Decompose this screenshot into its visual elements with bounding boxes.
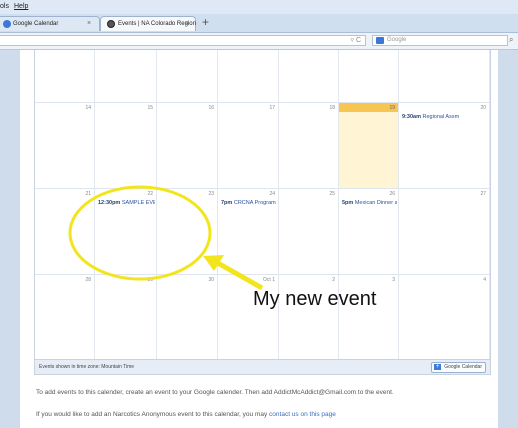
calendar-event[interactable]: 12:30pm SAMPLE EVE bbox=[98, 200, 155, 206]
day-number: 25 bbox=[329, 191, 335, 197]
calendar-week-row: 21 22 12:30pm SAMPLE EVE 23 24 7pm CRCNA Prog… bbox=[35, 188, 490, 275]
calendar-day[interactable] bbox=[35, 50, 95, 102]
day-number: 28 bbox=[85, 277, 91, 283]
menu-help[interactable]: Help bbox=[14, 3, 28, 10]
new-tab-button[interactable]: + bbox=[202, 15, 209, 29]
event-time: 5pm bbox=[342, 200, 354, 206]
calendar-day-today[interactable]: 19 bbox=[339, 102, 399, 188]
day-number: 26 bbox=[389, 191, 395, 197]
na-logo-favicon-icon bbox=[107, 20, 115, 28]
calendar-day[interactable]: 28 bbox=[35, 274, 95, 361]
google-search-engine-icon[interactable] bbox=[376, 37, 384, 44]
event-time: 7pm bbox=[221, 200, 233, 206]
day-number: 18 bbox=[329, 105, 335, 111]
google-calendar-label: Google Calendar bbox=[444, 364, 482, 370]
instructions-text: To add events to this calender, create a… bbox=[36, 389, 394, 396]
calendar-day[interactable]: 21 bbox=[35, 188, 95, 274]
day-number: 16 bbox=[208, 105, 214, 111]
calendar-day[interactable]: 4 bbox=[399, 274, 490, 361]
calendar-day[interactable]: 20 9:30am Regional Assm bbox=[399, 102, 490, 188]
day-number: 14 bbox=[85, 105, 91, 111]
search-input[interactable]: Google bbox=[372, 35, 508, 46]
calendar-day[interactable]: 22 12:30pm SAMPLE EVE bbox=[95, 188, 157, 274]
calendar-footer: Events shown in time zone: Mountain Time… bbox=[35, 359, 490, 374]
search-placeholder: Google bbox=[387, 37, 407, 43]
embedded-calendar: 28 29 30 Oct 1 2 3 4 21 22 12:30pm SAMPLE EVE 23 24… bbox=[34, 50, 491, 375]
tab-google-calendar[interactable]: Google Calendar × bbox=[0, 16, 100, 31]
calendar-day[interactable]: 29 bbox=[95, 274, 157, 361]
day-number: 3 bbox=[392, 277, 395, 283]
calendar-day[interactable]: 23 bbox=[157, 188, 218, 274]
contact-text-prefix: If you would like to add an Narcotics An… bbox=[36, 411, 270, 418]
day-number: 29 bbox=[147, 277, 153, 283]
calendar-event[interactable]: 9:30am Regional Assm bbox=[402, 114, 488, 120]
day-number: 15 bbox=[147, 105, 153, 111]
day-number: 2 bbox=[332, 277, 335, 283]
reload-icon[interactable]: ▿ C bbox=[350, 36, 361, 44]
event-title: Regional Assm bbox=[422, 114, 460, 120]
calendar-day[interactable]: 25 bbox=[279, 188, 339, 274]
day-number: 19 bbox=[389, 105, 395, 111]
search-icon[interactable]: ⌕ bbox=[509, 35, 513, 45]
timezone-note: Events shown in time zone: Mountain Time bbox=[39, 364, 135, 370]
event-time: 9:30am bbox=[402, 114, 421, 120]
day-number: 23 bbox=[208, 191, 214, 197]
calendar-day[interactable]: 16 bbox=[157, 102, 218, 188]
tab-bar: Google Calendar × Events | NA Colorado R… bbox=[0, 14, 518, 33]
close-icon[interactable]: × bbox=[185, 20, 189, 27]
navigation-bar: ▿ C Google ⌕ bbox=[0, 33, 518, 50]
calendar-event[interactable]: 7pm CRCNA Program bbox=[221, 200, 277, 206]
calendar-day[interactable]: 17 bbox=[218, 102, 279, 188]
calendar-favicon-icon bbox=[3, 20, 11, 28]
calendar-day[interactable]: 18 bbox=[279, 102, 339, 188]
day-number: 24 bbox=[269, 191, 275, 197]
day-number: 21 bbox=[85, 191, 91, 197]
day-number: 20 bbox=[480, 105, 486, 111]
event-title: SAMPLE EVE bbox=[121, 200, 155, 206]
calendar-week-row bbox=[35, 50, 490, 103]
calendar-day[interactable] bbox=[218, 50, 279, 102]
day-number: 17 bbox=[269, 105, 275, 111]
page-content: 28 29 30 Oct 1 2 3 4 21 22 12:30pm SAMPLE EVE 23 24… bbox=[20, 50, 498, 428]
event-time: 12:30pm bbox=[98, 200, 121, 206]
event-title: CRCNA Program bbox=[233, 200, 276, 206]
calendar-day[interactable] bbox=[399, 50, 490, 102]
google-calendar-button[interactable]: + Google Calendar bbox=[431, 362, 486, 373]
close-icon[interactable]: × bbox=[87, 20, 91, 27]
calendar-day[interactable] bbox=[95, 50, 157, 102]
calendar-day[interactable] bbox=[157, 50, 218, 102]
day-number: 4 bbox=[483, 277, 486, 283]
tab-events-na-colorado[interactable]: Events | NA Colorado Region × bbox=[100, 16, 196, 31]
calendar-day[interactable]: 27 bbox=[399, 188, 490, 274]
calendar-week-row: 14 15 16 17 18 19 20 9:30am Regional Assm bbox=[35, 102, 490, 189]
calendar-day[interactable]: 30 bbox=[157, 274, 218, 361]
day-number: 22 bbox=[147, 191, 153, 197]
plus-icon: + bbox=[434, 364, 442, 370]
menu-tools[interactable]: ols bbox=[0, 3, 9, 10]
contact-text: If you would like to add an Narcotics An… bbox=[36, 411, 336, 418]
url-field[interactable]: ▿ C bbox=[0, 35, 366, 46]
day-number: 27 bbox=[480, 191, 486, 197]
day-number: Oct 1 bbox=[263, 277, 275, 283]
day-number: 30 bbox=[208, 277, 214, 283]
calendar-day[interactable]: 15 bbox=[95, 102, 157, 188]
annotation-label: My new event bbox=[253, 288, 377, 310]
tab-title: Google Calendar bbox=[13, 21, 59, 27]
calendar-day[interactable] bbox=[339, 50, 399, 102]
calendar-day[interactable]: 14 bbox=[35, 102, 95, 188]
calendar-day[interactable]: 26 5pm Mexican Dinner a bbox=[339, 188, 399, 274]
calendar-day[interactable]: 24 7pm CRCNA Program bbox=[218, 188, 279, 274]
event-title: Mexican Dinner a bbox=[354, 200, 397, 206]
menu-bar: ols Help bbox=[0, 0, 518, 14]
calendar-day[interactable] bbox=[279, 50, 339, 102]
calendar-event[interactable]: 5pm Mexican Dinner a bbox=[342, 200, 397, 206]
contact-link[interactable]: contact us on this page bbox=[269, 411, 336, 418]
